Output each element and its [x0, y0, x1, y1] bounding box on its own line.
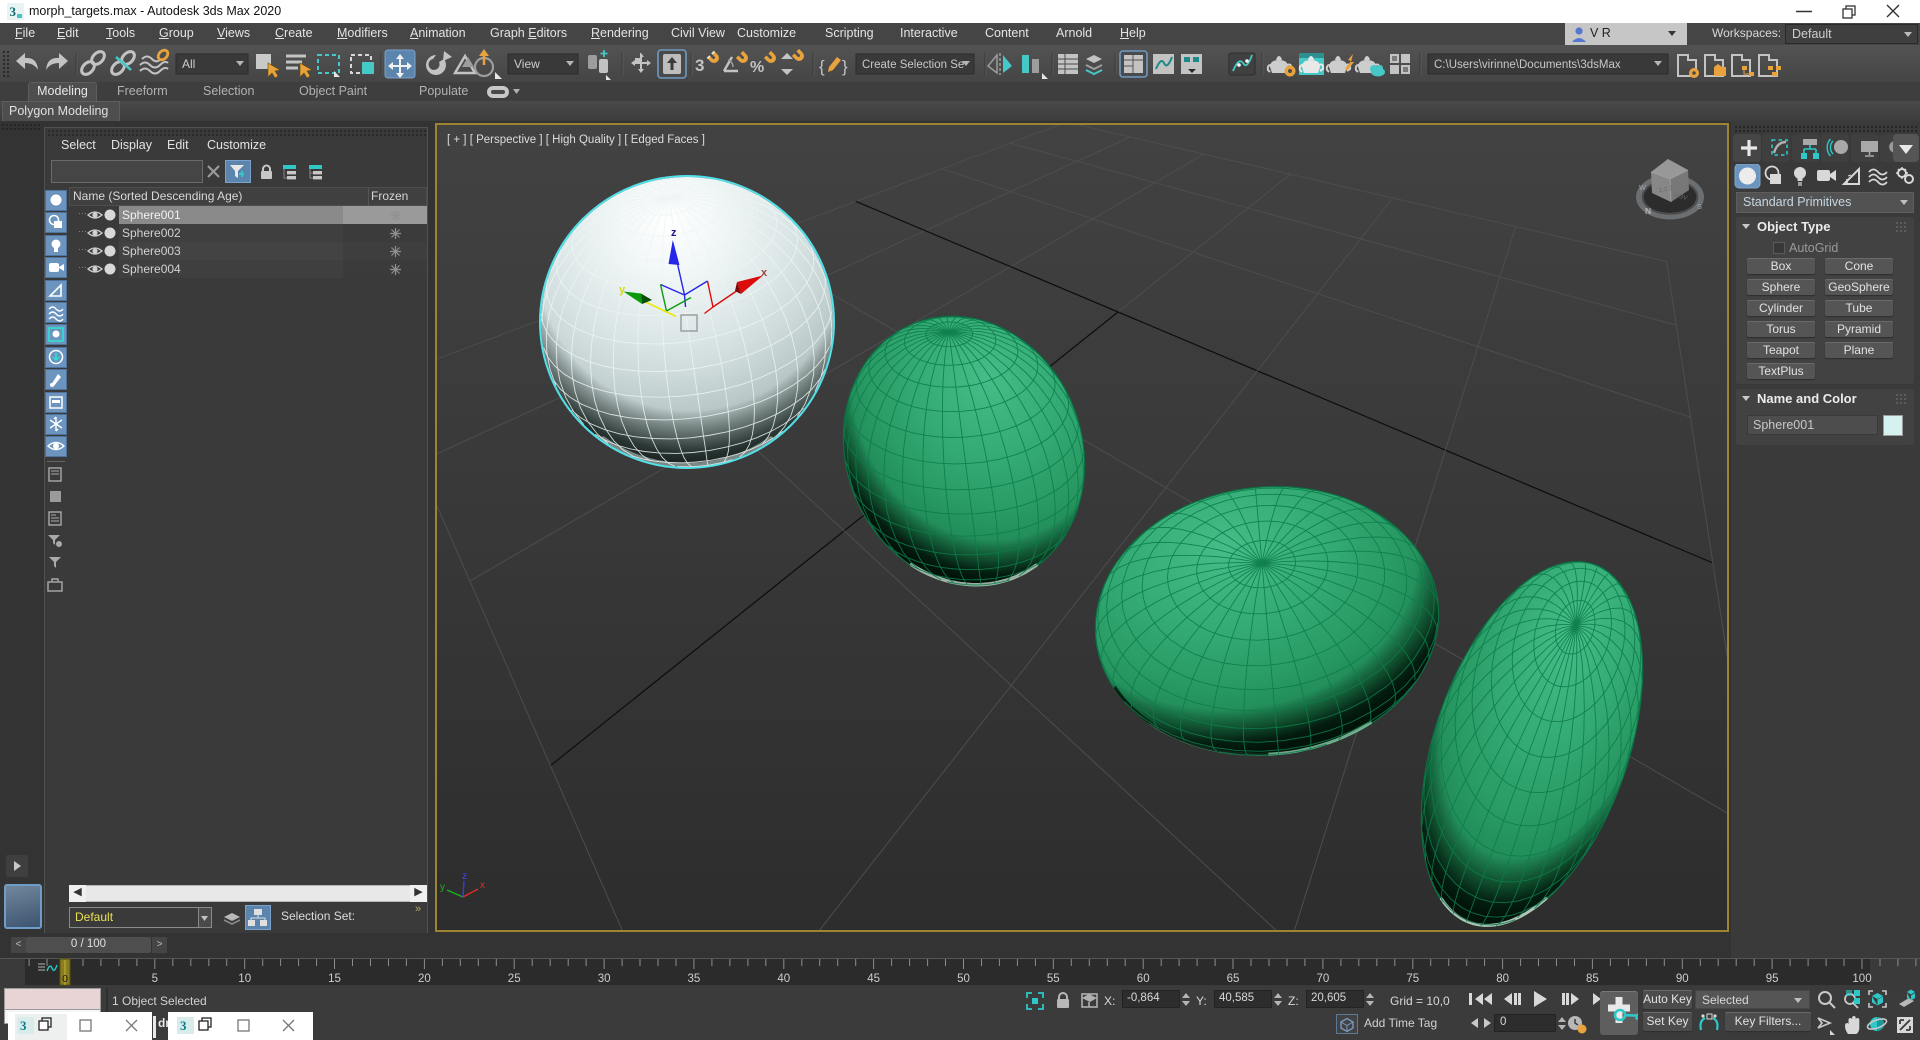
svg-text:3: 3: [180, 1018, 187, 1033]
svg-text:75: 75: [1406, 973, 1419, 985]
svg-text:All: All: [182, 57, 195, 71]
svg-text:100: 100: [1852, 973, 1871, 985]
svg-text:[ + ] [ Perspective ] [ High Q: [ + ] [ Perspective ] [ High Quality ] […: [447, 134, 705, 146]
svg-text:95: 95: [1766, 973, 1779, 985]
svg-text:20: 20: [418, 973, 431, 985]
svg-text:60: 60: [1137, 973, 1150, 985]
svg-text:3: 3: [10, 4, 17, 19]
svg-text:y: y: [440, 882, 445, 893]
svg-text:{: {: [819, 57, 825, 76]
svg-text:C:\Users\virinne\Documents\3ds: C:\Users\virinne\Documents\3dsMax: [1434, 59, 1621, 71]
svg-text:z: z: [462, 871, 467, 882]
svg-text:x: x: [480, 880, 485, 891]
svg-text:Create Selection Se: Create Selection Se: [862, 59, 964, 71]
svg-text:70: 70: [1317, 973, 1330, 985]
svg-text:}: }: [842, 57, 848, 76]
svg-text:30: 30: [598, 973, 611, 985]
svg-text:3: 3: [695, 56, 704, 75]
svg-text:10: 10: [238, 973, 251, 985]
svg-text:65: 65: [1227, 973, 1240, 985]
svg-text:50: 50: [957, 973, 970, 985]
svg-text:x: x: [761, 267, 768, 279]
svg-text:View: View: [514, 57, 540, 71]
svg-text:25: 25: [508, 973, 521, 985]
svg-text:N: N: [1645, 206, 1651, 216]
svg-text:45: 45: [867, 973, 880, 985]
svg-text:S: S: [1697, 202, 1702, 211]
svg-text:15: 15: [328, 973, 341, 985]
svg-text:40: 40: [777, 973, 790, 985]
svg-text:85: 85: [1586, 973, 1599, 985]
svg-text:y: y: [619, 284, 626, 296]
svg-text:W: W: [1639, 183, 1647, 192]
svg-text:90: 90: [1676, 973, 1689, 985]
svg-text:3: 3: [20, 1018, 27, 1033]
svg-text:%: %: [750, 59, 764, 76]
svg-text:z: z: [671, 227, 677, 239]
svg-text:55: 55: [1047, 973, 1060, 985]
svg-text:80: 80: [1496, 973, 1509, 985]
svg-text:5: 5: [152, 973, 158, 985]
svg-text:0: 0: [62, 973, 68, 985]
svg-text:35: 35: [688, 973, 701, 985]
